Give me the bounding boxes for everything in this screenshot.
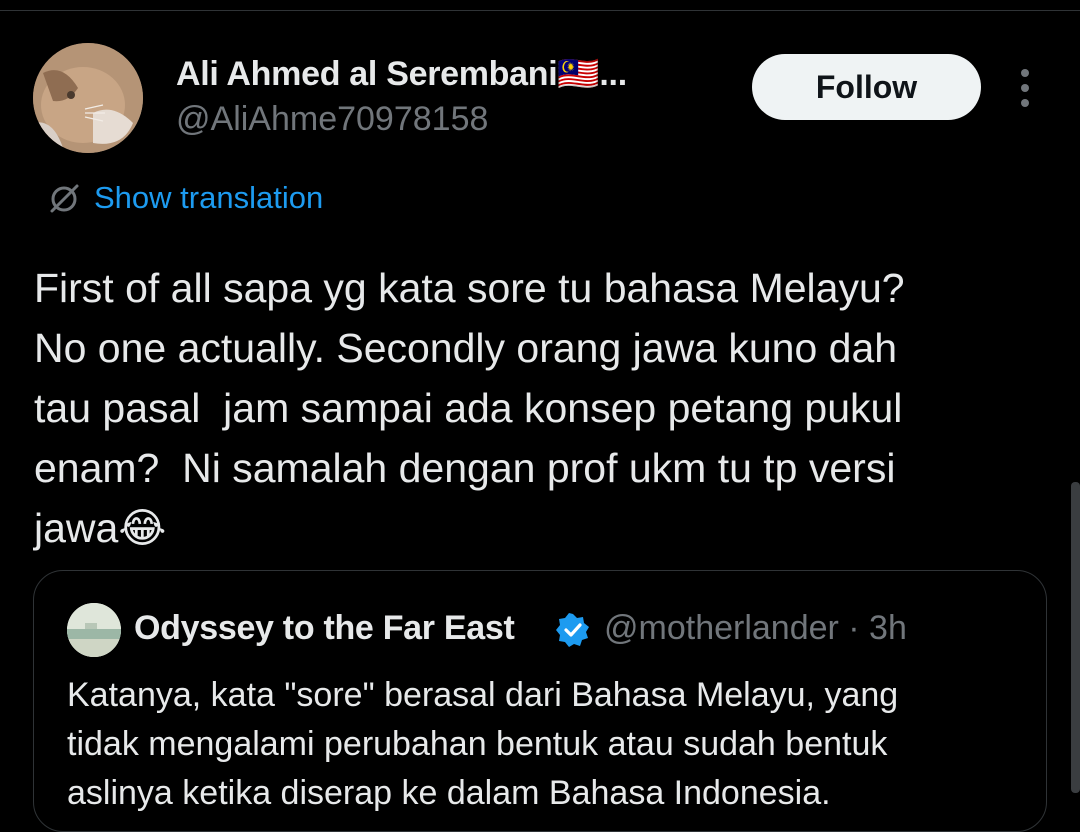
author-display-name[interactable]: Ali Ahmed al Serembani🇲🇾... [176,54,627,94]
top-divider [0,0,1080,11]
quote-text: Katanya, kata "sore" berasal dari Bahasa… [67,676,899,812]
more-vertical-icon[interactable] [1013,68,1037,108]
cat-avatar-icon [33,43,143,153]
quote-handle-time: @motherlander · 3h [604,609,907,647]
show-translation-label: Show translation [94,180,324,215]
quote-author-avatar [67,603,121,657]
scrollbar[interactable] [1071,482,1080,793]
author-avatar[interactable] [33,43,143,153]
follow-button[interactable]: Follow [752,54,981,120]
show-translation-link[interactable]: Show translation [46,180,323,216]
tweet-text: First of all sapa yg kata sore tu bahasa… [34,265,905,551]
author-handle[interactable]: @AliAhme70978158 [176,100,488,139]
translate-icon [50,184,79,213]
verified-badge-icon [556,613,589,647]
quote-author-name: Odyssey to the Far East [134,609,515,647]
landscape-avatar-icon [67,603,121,657]
